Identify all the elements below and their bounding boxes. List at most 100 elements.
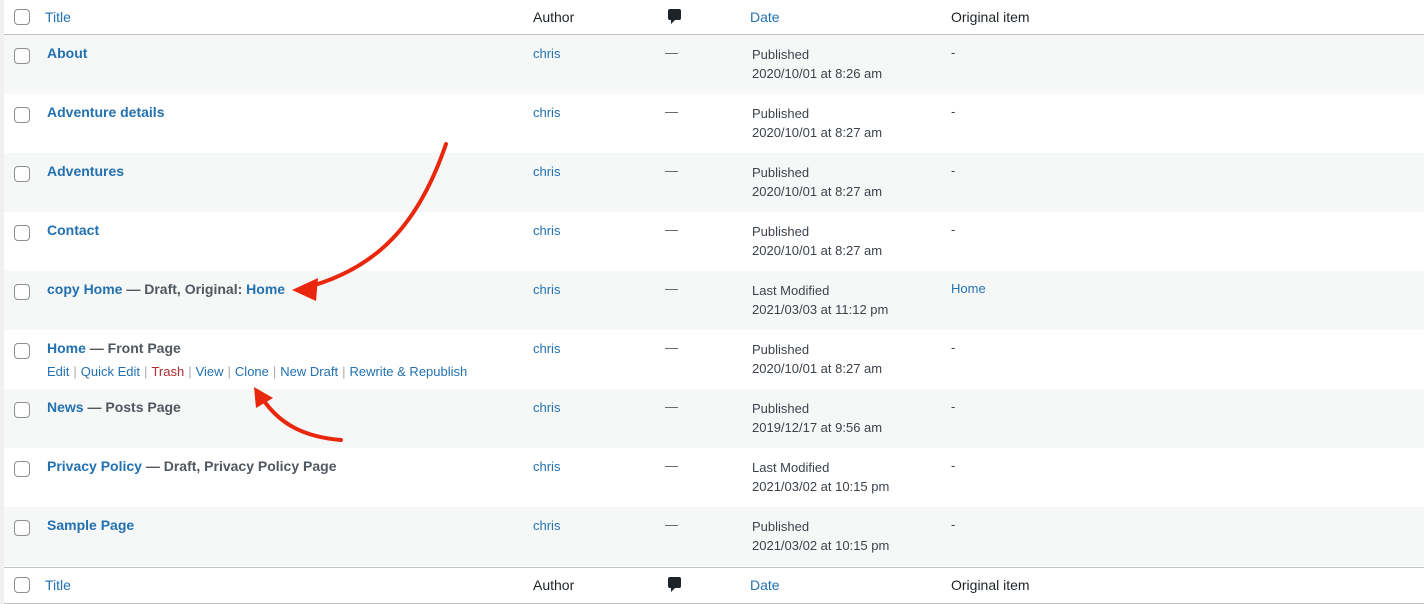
row-checkbox[interactable]	[14, 461, 30, 477]
separator: |	[342, 364, 346, 379]
row-checkbox[interactable]	[14, 48, 30, 64]
date-column-sort[interactable]: Date	[750, 9, 780, 25]
post-state: — Draft, Original:	[122, 281, 247, 297]
quick-edit-action[interactable]: Quick Edit	[81, 364, 140, 379]
date-cell: Published 2020/10/01 at 8:27 am	[752, 163, 882, 201]
author-link[interactable]: chris	[533, 46, 560, 61]
author-link[interactable]: chris	[533, 223, 560, 238]
publish-datetime: 2020/10/01 at 8:26 am	[752, 66, 883, 81]
comment-count: —	[665, 222, 678, 237]
author-link[interactable]: chris	[533, 400, 560, 415]
author-link[interactable]: chris	[533, 282, 560, 297]
date-column-sort-footer[interactable]: Date	[750, 577, 780, 593]
page-title-link[interactable]: Adventure details	[47, 104, 164, 120]
page-title-link[interactable]: Home	[47, 340, 86, 356]
edit-action[interactable]: Edit	[47, 364, 69, 379]
date-cell: Last Modified 2021/03/03 at 11:12 pm	[752, 281, 888, 319]
table-row: News — Posts Page chris — Published 2019/…	[4, 389, 1424, 448]
author-column-header: Author	[533, 9, 575, 25]
view-action[interactable]: View	[196, 364, 224, 379]
page-title-link[interactable]: Sample Page	[47, 517, 134, 533]
page-title-link[interactable]: Contact	[47, 222, 99, 238]
author-link[interactable]: chris	[533, 518, 560, 533]
row-checkbox[interactable]	[14, 225, 30, 241]
separator: |	[73, 364, 77, 379]
separator: |	[188, 364, 192, 379]
date-cell: Last Modified 2021/03/02 at 10:15 pm	[752, 458, 889, 496]
comment-count: —	[665, 340, 678, 355]
page-title-link[interactable]: Adventures	[47, 163, 124, 179]
publish-datetime: 2020/10/01 at 8:27 am	[752, 361, 883, 376]
comment-count: —	[665, 45, 678, 60]
select-all-checkbox-footer[interactable]	[14, 577, 30, 593]
row-checkbox[interactable]	[14, 402, 30, 418]
row-checkbox[interactable]	[14, 520, 30, 536]
publish-datetime: 2019/12/17 at 9:56 am	[752, 420, 883, 435]
row-checkbox[interactable]	[14, 166, 30, 182]
original-item: -	[951, 222, 956, 237]
table-row: copy Home — Draft, Original: Home chris …	[4, 271, 1424, 330]
row-checkbox[interactable]	[14, 284, 30, 300]
page-title-link[interactable]: About	[47, 45, 87, 61]
table-row: Adventures chris — Published 2020/10/01 a…	[4, 153, 1424, 212]
select-all-checkbox[interactable]	[14, 9, 30, 25]
separator: |	[272, 364, 277, 379]
row-checkbox[interactable]	[14, 343, 30, 359]
author-column-footer: Author	[533, 577, 575, 593]
comment-count: —	[665, 517, 678, 532]
row-checkbox[interactable]	[14, 107, 30, 123]
table-header: Title Author Date Original item	[4, 0, 1424, 35]
publish-status: Published	[752, 224, 810, 239]
date-cell: Published 2019/12/17 at 9:56 am	[752, 399, 882, 437]
author-link[interactable]: chris	[533, 164, 560, 179]
publish-datetime: 2021/03/02 at 10:15 pm	[752, 479, 890, 494]
rewrite-republish-action[interactable]: Rewrite & Republish	[349, 364, 467, 379]
comment-count: —	[665, 399, 678, 414]
publish-status: Last Modified	[752, 460, 830, 475]
date-cell: Published 2020/10/01 at 8:27 am	[752, 104, 882, 142]
publish-status: Published	[752, 519, 810, 534]
separator: |	[227, 364, 231, 379]
publish-status: Published	[752, 106, 810, 121]
publish-status: Published	[752, 342, 810, 357]
post-state: — Draft, Privacy Policy Page	[141, 458, 337, 474]
trash-action[interactable]: Trash	[151, 364, 184, 379]
table-footer: Title Author Date Original item	[4, 567, 1424, 604]
comment-icon	[668, 9, 681, 24]
comment-count: —	[665, 458, 678, 473]
pages-list-table: Title Author Date Original item About ch…	[4, 0, 1424, 604]
original-item: -	[951, 163, 956, 178]
original-item: -	[951, 45, 956, 60]
table-row: Adventure details chris — Published 2020/…	[4, 94, 1424, 153]
original-link[interactable]: Home	[246, 281, 285, 297]
new-draft-action[interactable]: New Draft	[280, 364, 338, 379]
original-item: -	[951, 517, 956, 532]
page-title-link[interactable]: Privacy Policy	[47, 458, 142, 474]
comment-count: —	[665, 104, 678, 119]
original-item: -	[951, 104, 956, 119]
comment-count: —	[665, 163, 678, 178]
separator: |	[144, 364, 148, 379]
title-column-sort-footer[interactable]: Title	[45, 577, 71, 593]
original-item-column-header: Original item	[951, 9, 1030, 25]
original-item: Home	[951, 281, 986, 296]
table-row: Privacy Policy — Draft, Privacy Policy P…	[4, 448, 1424, 507]
title-column-sort[interactable]: Title	[45, 9, 71, 25]
publish-status: Published	[752, 47, 810, 62]
author-link[interactable]: chris	[533, 459, 560, 474]
date-cell: Published 2020/10/01 at 8:26 am	[752, 45, 882, 83]
date-cell: Published 2020/10/01 at 8:27 am	[752, 222, 882, 260]
post-state: — Posts Page	[83, 399, 181, 415]
page-title-link[interactable]: copy Home	[47, 281, 122, 297]
table-row: Sample Page chris — Published 2021/03/02 …	[4, 507, 1424, 566]
author-link[interactable]: chris	[533, 341, 560, 356]
author-link[interactable]: chris	[533, 105, 560, 120]
page-title-link[interactable]: News	[47, 399, 84, 415]
publish-status: Published	[752, 401, 810, 416]
table-row: Home — Front Page Edit | Quick Edit | Trash |…	[4, 330, 1424, 389]
table-row: About chris — Published 2020/10/01 at 8:2…	[4, 35, 1424, 94]
clone-action[interactable]: Clone	[235, 364, 269, 379]
original-item-link[interactable]: Home	[951, 281, 986, 296]
comment-count: —	[665, 281, 678, 296]
comment-icon	[668, 577, 681, 592]
